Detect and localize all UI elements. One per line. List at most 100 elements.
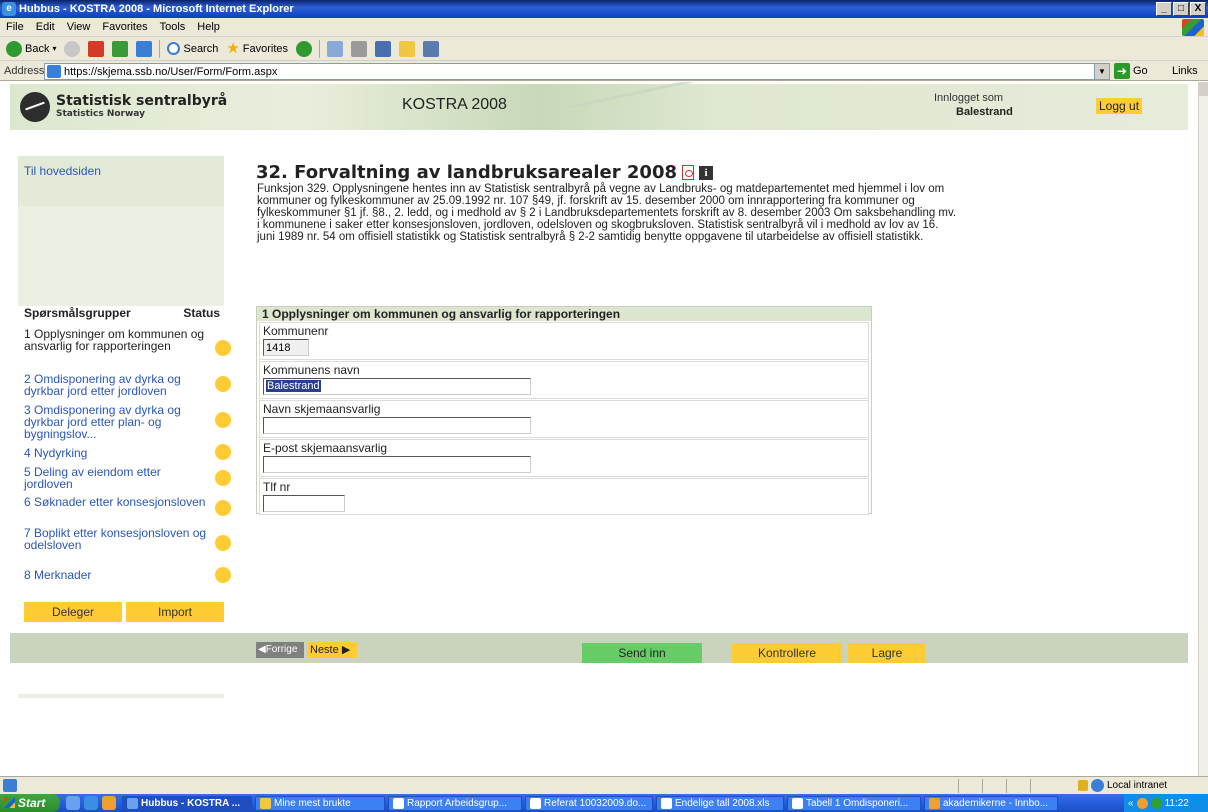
- favorites-button[interactable]: ★ Favorites: [222, 38, 292, 60]
- epost-label: E-post skjemaansvarlig: [263, 441, 388, 455]
- address-input[interactable]: https://skjema.ssb.no/User/Form/Form.asp…: [44, 63, 1110, 80]
- field-navn: Navn skjemaansvarlig: [259, 400, 869, 438]
- page-title: 32. Forvaltning av landbruksarealer 2008: [256, 162, 677, 183]
- task-item[interactable]: Mine mest brukte: [255, 795, 385, 811]
- menu-view[interactable]: View: [61, 21, 97, 33]
- stop-button[interactable]: [84, 38, 108, 60]
- window-controls: _ □ X: [1156, 2, 1206, 16]
- tray-app-icon[interactable]: [1136, 797, 1148, 809]
- field-tlf: Tlf nr: [259, 478, 869, 515]
- maximize-button[interactable]: □: [1173, 2, 1189, 16]
- go-arrow-icon: ➜: [1114, 63, 1130, 79]
- forward-arrow-icon: [64, 40, 81, 57]
- kommunenavn-input[interactable]: Balestrand: [263, 378, 531, 395]
- task-label: akademikerne - Innbo...: [943, 797, 1049, 809]
- navn-input[interactable]: [263, 417, 531, 434]
- history-button[interactable]: [292, 38, 316, 60]
- save-button[interactable]: Lagre: [848, 643, 926, 663]
- next-label: Neste: [310, 644, 339, 656]
- delegate-button[interactable]: Deleger: [24, 602, 122, 622]
- section-title: 1 Opplysninger om kommunen og ansvarlig …: [257, 307, 871, 321]
- back-button[interactable]: Back ▾: [2, 38, 60, 60]
- home-button[interactable]: [132, 38, 156, 60]
- tray-expand-icon[interactable]: «: [1128, 798, 1134, 809]
- status-dot-icon: [215, 567, 231, 583]
- folder-button[interactable]: [395, 38, 419, 60]
- epost-input[interactable]: [263, 456, 531, 473]
- info-icon[interactable]: i: [699, 165, 713, 180]
- task-item[interactable]: Endelige tall 2008.xls: [656, 795, 784, 811]
- show-desktop-icon[interactable]: [66, 796, 80, 810]
- history-icon: [296, 40, 313, 57]
- taskbar: Start Hubbus - KOSTRA ... Mine mest bruk…: [0, 794, 1208, 812]
- tlf-input[interactable]: [263, 495, 345, 512]
- toolbar-separator: [319, 39, 321, 58]
- home-link[interactable]: Til hovedsiden: [24, 164, 101, 178]
- print-button[interactable]: [347, 38, 371, 60]
- tray-network-icon[interactable]: [1150, 797, 1162, 809]
- prev-button[interactable]: ◀Forrige: [256, 642, 304, 658]
- submit-button[interactable]: Send inn: [582, 643, 702, 663]
- menu-tools[interactable]: Tools: [154, 21, 192, 33]
- task-item[interactable]: Tabell 1 Omdisponeri...: [787, 795, 921, 811]
- nav-item-1[interactable]: 1 Opplysninger om kommunen og ansvarlig …: [24, 328, 234, 356]
- kommunenr-label: Kommunenr: [263, 324, 329, 338]
- menu-file[interactable]: File: [0, 21, 30, 33]
- excel-task-icon: [661, 797, 672, 809]
- chevron-left-icon: ◀: [258, 644, 266, 655]
- nav-item-7[interactable]: 7 Boplikt etter konsesjonsloven og odels…: [24, 527, 234, 551]
- nav-item-8[interactable]: 8 Merknader: [24, 567, 234, 583]
- vertical-scrollbar[interactable]: [1198, 82, 1208, 776]
- edit-button[interactable]: [371, 38, 395, 60]
- import-button[interactable]: Import: [126, 602, 224, 622]
- ie-task-icon: [127, 797, 138, 809]
- pdf-icon[interactable]: [682, 165, 694, 180]
- window-titlebar: e Hubbus - KOSTRA 2008 - Microsoft Inter…: [0, 0, 1208, 18]
- nav-item-label: 4 Nydyrking: [24, 446, 88, 460]
- menu-favorites[interactable]: Favorites: [96, 21, 153, 33]
- kommunenavn-label: Kommunens navn: [263, 363, 360, 377]
- task-label: Hubbus - KOSTRA ...: [141, 797, 241, 809]
- nav-item-3[interactable]: 3 Omdisponering av dyrka og dyrkbar jord…: [24, 404, 234, 440]
- address-dropdown-icon[interactable]: ▼: [1094, 64, 1109, 79]
- task-item[interactable]: Referat 10032009.do...: [525, 795, 653, 811]
- status-dot-icon: [215, 500, 231, 516]
- next-button[interactable]: Neste ▶: [307, 642, 357, 658]
- start-button[interactable]: Start: [0, 794, 60, 812]
- forward-button[interactable]: [60, 38, 84, 60]
- folder-icon: [399, 40, 416, 57]
- menu-help[interactable]: Help: [191, 21, 226, 33]
- task-item[interactable]: Hubbus - KOSTRA ...: [122, 795, 252, 811]
- nav-item-4[interactable]: 4 Nydyrking: [24, 444, 234, 460]
- chevron-right-icon: ▶: [341, 644, 351, 656]
- search-button[interactable]: Search: [163, 38, 222, 60]
- nav-item-2[interactable]: 2 Omdisponering av dyrka og dyrkbar jord…: [24, 373, 234, 397]
- outlook-task-icon: [929, 797, 940, 809]
- research-button[interactable]: [419, 38, 443, 60]
- links-button[interactable]: Links: [1172, 65, 1198, 77]
- outlook-quicklaunch-icon[interactable]: [102, 796, 116, 810]
- kommunenavn-value: Balestrand: [266, 380, 321, 392]
- go-button[interactable]: ➜ Go: [1114, 63, 1148, 79]
- logout-button[interactable]: Logg ut: [1096, 98, 1143, 114]
- lock-icon: [1078, 780, 1088, 791]
- scroll-up-icon[interactable]: [1199, 82, 1208, 96]
- status-dot-icon: [215, 412, 231, 428]
- page-icon: [47, 65, 61, 78]
- nav-item-5[interactable]: 5 Deling av eiendom etter jordloven: [24, 466, 234, 490]
- start-label: Start: [18, 796, 46, 810]
- kommunenr-input[interactable]: [263, 339, 309, 356]
- close-button[interactable]: X: [1190, 2, 1206, 16]
- validate-button[interactable]: Kontrollere: [732, 643, 842, 663]
- menu-edit[interactable]: Edit: [30, 21, 61, 33]
- status-dot-icon: [215, 376, 231, 392]
- task-item[interactable]: Rapport Arbeidsgrup...: [388, 795, 522, 811]
- refresh-button[interactable]: [108, 38, 132, 60]
- ie-quicklaunch-icon[interactable]: [84, 796, 98, 810]
- nav-item-label: 7 Boplikt etter konsesjonsloven og odels…: [24, 526, 207, 552]
- star-icon: ★: [226, 39, 240, 57]
- minimize-button[interactable]: _: [1156, 2, 1172, 16]
- mail-button[interactable]: [323, 38, 347, 60]
- nav-item-6[interactable]: 6 Søknader etter konsesjonsloven: [24, 496, 234, 516]
- task-item[interactable]: akademikerne - Innbo...: [924, 795, 1058, 811]
